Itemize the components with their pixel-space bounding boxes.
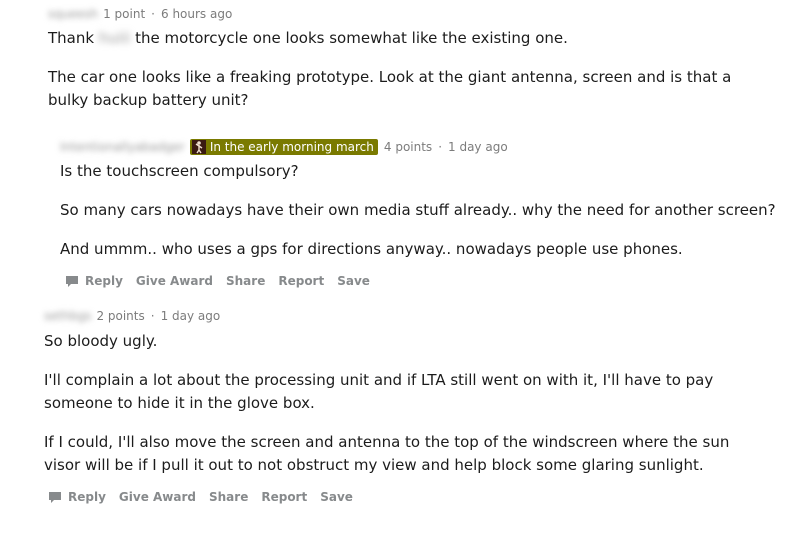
comment2-actions: Reply Give Award Share Report Save <box>64 273 383 289</box>
comment1-text-post: the motorcycle one looks somewhat like t… <box>135 29 568 47</box>
comment3-paragraph-3: If I could, I'll also move the screen an… <box>44 433 730 474</box>
user-flair: In the early morning march <box>189 139 378 155</box>
comment1-meta: squeesh 1 point · 6 hours ago <box>48 7 232 21</box>
reply-label: Reply <box>68 490 106 504</box>
comment2-paragraph-2: So many cars nowadays have their own med… <box>60 201 776 219</box>
flair-text: In the early morning march <box>209 140 374 154</box>
comment3-time[interactable]: 1 day ago <box>161 309 221 323</box>
comment1-paragraph-1: Thank huiii the motorcycle one looks som… <box>48 27 768 50</box>
reply-button[interactable]: Reply <box>47 489 106 505</box>
comment1-text-pre: Thank <box>48 29 95 47</box>
reply-button[interactable]: Reply <box>64 273 123 289</box>
meta-separator: · <box>438 140 443 154</box>
reply-label: Reply <box>85 274 123 288</box>
comment3-actions: Reply Give Award Share Report Save <box>47 489 366 505</box>
comment3-paragraph-1: So bloody ugly. <box>44 332 158 350</box>
comment-icon <box>66 276 78 287</box>
comment-icon <box>49 492 61 503</box>
comment3-paragraph-2: I'll complain a lot about the processing… <box>44 371 714 412</box>
comment2-paragraph-3: And ummm.. who uses a gps for directions… <box>60 240 683 258</box>
comment1-points: 1 point <box>103 7 146 21</box>
save-button[interactable]: Save <box>320 490 353 504</box>
save-button[interactable]: Save <box>337 274 370 288</box>
comment3-points: 2 points <box>96 309 145 323</box>
meta-separator: · <box>150 309 155 323</box>
give-award-button[interactable]: Give Award <box>119 490 196 504</box>
comment2-meta: Intentionallyabadger In the early mornin… <box>60 139 508 155</box>
comment1-paragraph-2: The car one looks like a freaking protot… <box>48 68 732 109</box>
comment2-paragraph-1: Is the touchscreen compulsory? <box>60 162 299 180</box>
comment1-username[interactable]: squeesh <box>48 7 98 21</box>
comment1-text-blurred: huiii <box>98 29 131 47</box>
report-button[interactable]: Report <box>261 490 307 504</box>
comment1-time[interactable]: 6 hours ago <box>161 7 232 21</box>
share-button[interactable]: Share <box>209 490 248 504</box>
share-button[interactable]: Share <box>226 274 265 288</box>
meta-separator: · <box>151 7 155 21</box>
flair-figure-icon <box>191 140 206 154</box>
comment2-time[interactable]: 1 day ago <box>448 140 508 154</box>
give-award-button[interactable]: Give Award <box>136 274 213 288</box>
comment2-points: 4 points <box>383 140 433 154</box>
comment3-meta: sethbgs 2 points · 1 day ago <box>44 309 220 323</box>
report-button[interactable]: Report <box>278 274 324 288</box>
comment3-username[interactable]: sethbgs <box>44 309 91 323</box>
comment2-username[interactable]: Intentionallyabadger <box>60 140 185 154</box>
